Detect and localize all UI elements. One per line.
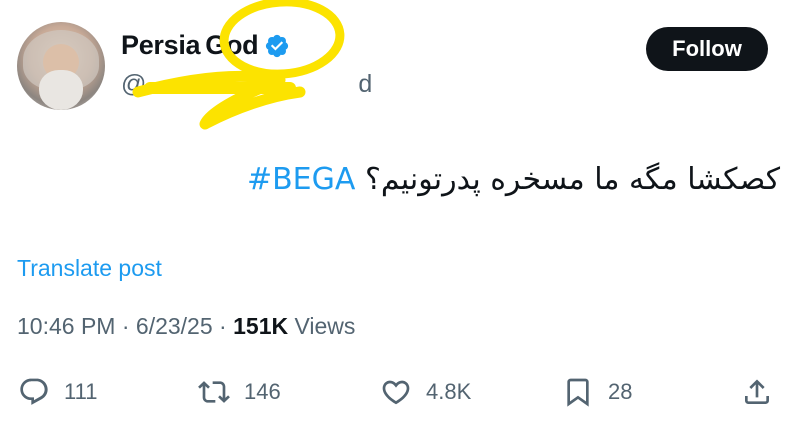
reply-count: 111 — [64, 379, 98, 404]
repost-button[interactable]: 146 — [198, 376, 281, 408]
display-name-part1: Persia — [121, 30, 201, 60]
verified-badge-icon — [266, 34, 289, 57]
views-label: Views — [288, 313, 356, 339]
views-count: 151K — [233, 313, 289, 339]
bookmark-icon — [567, 378, 589, 407]
reply-button[interactable]: 111 — [18, 376, 97, 408]
post-time[interactable]: 10:46 PM — [17, 313, 115, 339]
avatar-beard — [39, 70, 83, 110]
avatar[interactable] — [17, 22, 105, 110]
display-name[interactable]: Persia God — [121, 30, 290, 61]
highlight-scribble — [132, 0, 345, 130]
translate-post-link[interactable]: Translate post — [17, 255, 162, 282]
display-name-part2: God — [205, 30, 259, 60]
meta-separator: · — [115, 313, 136, 339]
repost-icon — [198, 381, 230, 403]
repost-count: 146 — [244, 379, 281, 404]
action-bar: 111 146 4.8K 28 — [0, 372, 800, 416]
share-icon — [745, 379, 769, 404]
handle-end: d — [358, 70, 373, 98]
post-meta: 10:46 PM · 6/23/25 · 151K Views — [17, 313, 355, 340]
like-button[interactable]: 4.8K — [380, 376, 471, 408]
post-date[interactable]: 6/23/25 — [136, 313, 213, 339]
handle-prefix: @ — [121, 70, 147, 98]
share-button[interactable] — [741, 376, 773, 408]
follow-button[interactable]: Follow — [646, 27, 768, 71]
heart-icon — [382, 380, 410, 405]
like-count: 4.8K — [426, 379, 472, 404]
bookmark-count: 28 — [608, 379, 633, 404]
hashtag-link[interactable]: #BEGA — [247, 162, 355, 197]
post-text-content: کصکشا مگه ما مسخره پدرتونیم؟ — [355, 162, 780, 197]
reply-icon — [20, 378, 48, 405]
user-handle[interactable]: @ d — [121, 70, 372, 99]
post-text: کصکشا مگه ما مسخره پدرتونیم؟ #BEGA — [247, 162, 780, 197]
meta-separator: · — [212, 313, 234, 339]
bookmark-button[interactable]: 28 — [562, 376, 632, 408]
